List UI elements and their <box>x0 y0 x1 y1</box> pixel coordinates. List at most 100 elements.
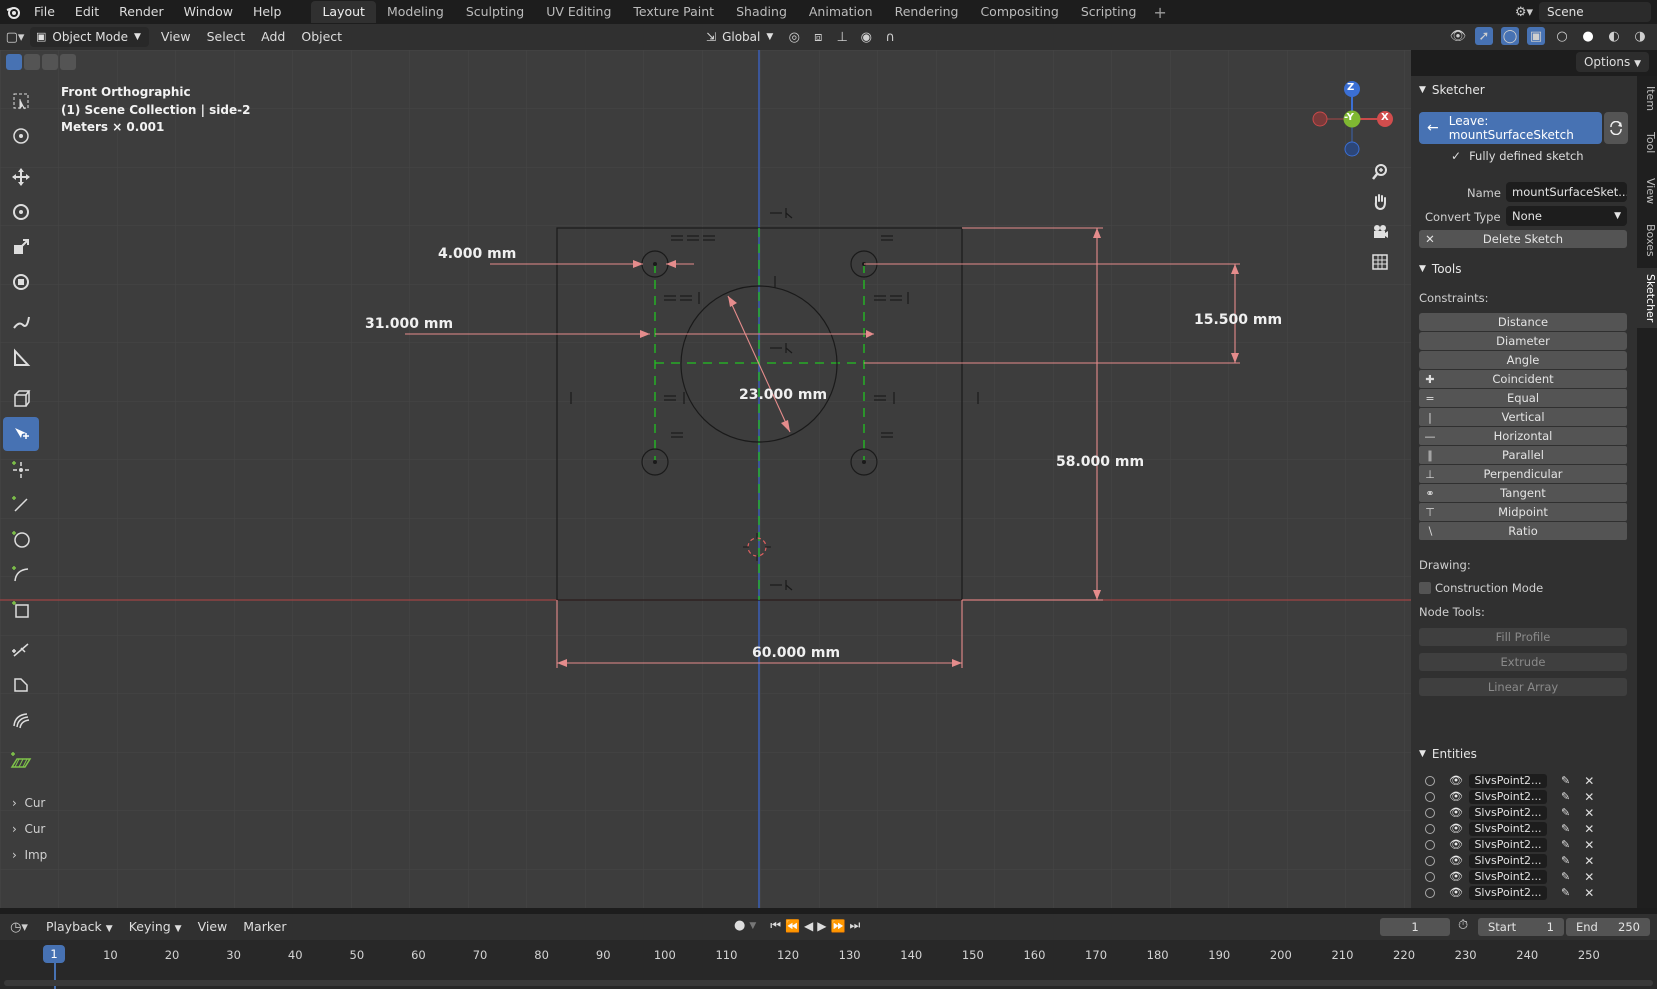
entity-row[interactable]: 👁 SlvsPoint2... ✎ ✕ <box>1419 805 1625 820</box>
tab-scripting[interactable]: Scripting <box>1070 1 1148 23</box>
coincident-button[interactable]: ✚ Coincident <box>1419 370 1627 388</box>
trim-icon[interactable] <box>3 633 39 667</box>
menu-edit[interactable]: Edit <box>65 0 109 24</box>
eye-icon[interactable]: 👁 <box>1449 822 1463 835</box>
eye-icon[interactable]: 👁 <box>1449 806 1463 819</box>
eye-icon[interactable]: 👁 <box>1449 870 1463 883</box>
play-icon[interactable]: ▶ <box>817 919 826 933</box>
scale-icon[interactable] <box>3 230 39 264</box>
blender-logo-icon[interactable] <box>2 1 24 23</box>
camera-icon[interactable] <box>1366 218 1394 246</box>
xray-icon[interactable]: ▣ <box>1527 27 1545 45</box>
delete-sketch-button[interactable]: ✕ Delete Sketch <box>1419 230 1627 248</box>
eye-icon[interactable]: 👁 <box>1449 790 1463 803</box>
timeline-view-menu[interactable]: View <box>190 917 236 937</box>
tab-compositing[interactable]: Compositing <box>969 1 1069 23</box>
scene-icon[interactable]: ⚙▾ <box>1515 5 1533 20</box>
prev-keyframe-icon[interactable]: ⏪ <box>785 919 800 933</box>
stopwatch-icon[interactable]: ⏱ <box>1458 918 1468 933</box>
convert-type-select[interactable]: None ▼ <box>1506 206 1627 226</box>
dim-label-circle-diameter[interactable]: 23.000 mm <box>739 387 827 403</box>
entity-row[interactable]: 👁 SlvsPoint2... ✎ ✕ <box>1419 789 1625 804</box>
marker-menu[interactable]: Marker <box>235 917 294 937</box>
horizontal-button[interactable]: — Horizontal <box>1419 427 1627 445</box>
current-frame-field[interactable]: 1 <box>1380 918 1450 936</box>
eye-icon[interactable]: 👁 <box>1449 774 1463 787</box>
ratio-button[interactable]: ∖ Ratio <box>1419 522 1627 540</box>
transform-icon[interactable] <box>3 265 39 299</box>
perpendicular-button[interactable]: ⊥ Perpendicular <box>1419 465 1627 483</box>
entity-row[interactable]: 👁 SlvsPoint2... ✎ ✕ <box>1419 853 1625 868</box>
entity-name-field[interactable]: SlvsPoint2... <box>1469 885 1547 900</box>
start-frame-field[interactable]: Start 1 <box>1478 918 1564 936</box>
solid-shading-icon[interactable]: ● <box>1579 27 1597 45</box>
entities-panel-header[interactable]: ▼ Entities <box>1419 747 1477 761</box>
playback-menu[interactable]: Playback ▼ <box>38 917 121 937</box>
midpoint-button[interactable]: ⊤ Midpoint <box>1419 503 1627 521</box>
eye-icon[interactable]: 👁 <box>1449 854 1463 867</box>
delete-icon[interactable]: ✕ <box>1584 886 1594 900</box>
collapsed-panel-cur-1[interactable]: › Cur <box>12 796 45 810</box>
overlay-icon[interactable]: ◯ <box>1501 27 1519 45</box>
edit-icon[interactable]: ✎ <box>1561 790 1570 803</box>
dim-label-hole-diameter[interactable]: 4.000 mm <box>438 246 516 262</box>
add-rectangle-icon[interactable] <box>3 592 39 626</box>
dim-label-vertical-offset[interactable]: 15.500 mm <box>1194 312 1282 328</box>
add-workplane-icon[interactable] <box>3 744 39 778</box>
select-radio[interactable] <box>1425 823 1435 834</box>
entity-row[interactable]: 👁 SlvsPoint2... ✎ ✕ <box>1419 837 1625 852</box>
jump-end-icon[interactable]: ⏭ <box>849 918 860 933</box>
equal-button[interactable]: = Equal <box>1419 389 1627 407</box>
material-shading-icon[interactable]: ◐ <box>1605 27 1623 45</box>
menu-file[interactable]: File <box>24 0 65 24</box>
header-menu-add[interactable]: Add <box>253 27 293 47</box>
sidebar-tab-tool[interactable]: Tool <box>1637 126 1657 159</box>
sidebar-tab-sketcher[interactable]: Sketcher <box>1637 268 1657 329</box>
angle-button[interactable]: Angle <box>1419 351 1627 369</box>
select-radio[interactable] <box>1425 807 1435 818</box>
pan-hand-icon[interactable] <box>1366 188 1394 216</box>
sketcher-select-icon[interactable] <box>3 417 39 451</box>
sidebar-tab-item[interactable]: Item <box>1637 80 1657 117</box>
bevel-icon[interactable] <box>3 668 39 702</box>
tab-layout[interactable]: Layout <box>311 1 376 23</box>
select-box-icon[interactable] <box>3 84 39 118</box>
timeline-body[interactable]: 1 10 20 30 40 50 60 70 80 90 100 110 120 130 140 150 16… <box>0 940 1657 989</box>
sketch-name-field[interactable]: mountSurfaceSket... <box>1506 182 1627 202</box>
gizmo-x-label[interactable]: X <box>1381 112 1389 123</box>
rotate-icon[interactable] <box>3 195 39 229</box>
diameter-button[interactable]: Diameter <box>1419 332 1627 350</box>
tab-uv-editing[interactable]: UV Editing <box>535 1 622 23</box>
orientation-select[interactable]: ⇲ Global ▼ <box>700 27 779 47</box>
edit-icon[interactable]: ✎ <box>1561 854 1570 867</box>
edit-icon[interactable]: ✎ <box>1561 774 1570 787</box>
proportional-edit-icon[interactable]: ◉ <box>857 28 875 46</box>
select-radio[interactable] <box>1425 855 1435 866</box>
select-radio[interactable] <box>1425 775 1435 786</box>
keying-menu[interactable]: Keying ▼ <box>121 917 190 937</box>
edit-icon[interactable]: ✎ <box>1561 822 1570 835</box>
dim-label-hole-spacing[interactable]: 31.000 mm <box>365 316 453 332</box>
tab-modeling[interactable]: Modeling <box>376 1 455 23</box>
timeline-editor-icon[interactable]: ◷▾ <box>6 918 32 936</box>
construction-mode-checkbox[interactable] <box>1419 582 1431 594</box>
add-line-icon[interactable] <box>3 487 39 521</box>
dim-label-height[interactable]: 58.000 mm <box>1056 454 1144 470</box>
rendered-shading-icon[interactable]: ◑ <box>1631 27 1649 45</box>
measure-icon[interactable] <box>3 341 39 375</box>
entity-name-field[interactable]: SlvsPoint2... <box>1469 853 1547 868</box>
play-reverse-icon[interactable]: ◀ <box>804 919 813 933</box>
grid-view-icon[interactable] <box>1366 248 1394 276</box>
add-arc-icon[interactable] <box>3 557 39 591</box>
delete-icon[interactable]: ✕ <box>1584 854 1594 868</box>
select-radio[interactable] <box>1425 839 1435 850</box>
select-new-button[interactable] <box>6 54 22 70</box>
entity-row[interactable]: 👁 SlvsPoint2... ✎ ✕ <box>1419 821 1625 836</box>
offset-icon[interactable] <box>3 703 39 737</box>
mode-select[interactable]: ▣ Object Mode ▼ <box>30 27 149 47</box>
delete-icon[interactable]: ✕ <box>1584 790 1594 804</box>
menu-render[interactable]: Render <box>109 0 174 24</box>
zoom-icon[interactable] <box>1366 158 1394 186</box>
tools-panel-header[interactable]: ▼ Tools <box>1419 262 1461 276</box>
edit-icon[interactable]: ✎ <box>1561 838 1570 851</box>
